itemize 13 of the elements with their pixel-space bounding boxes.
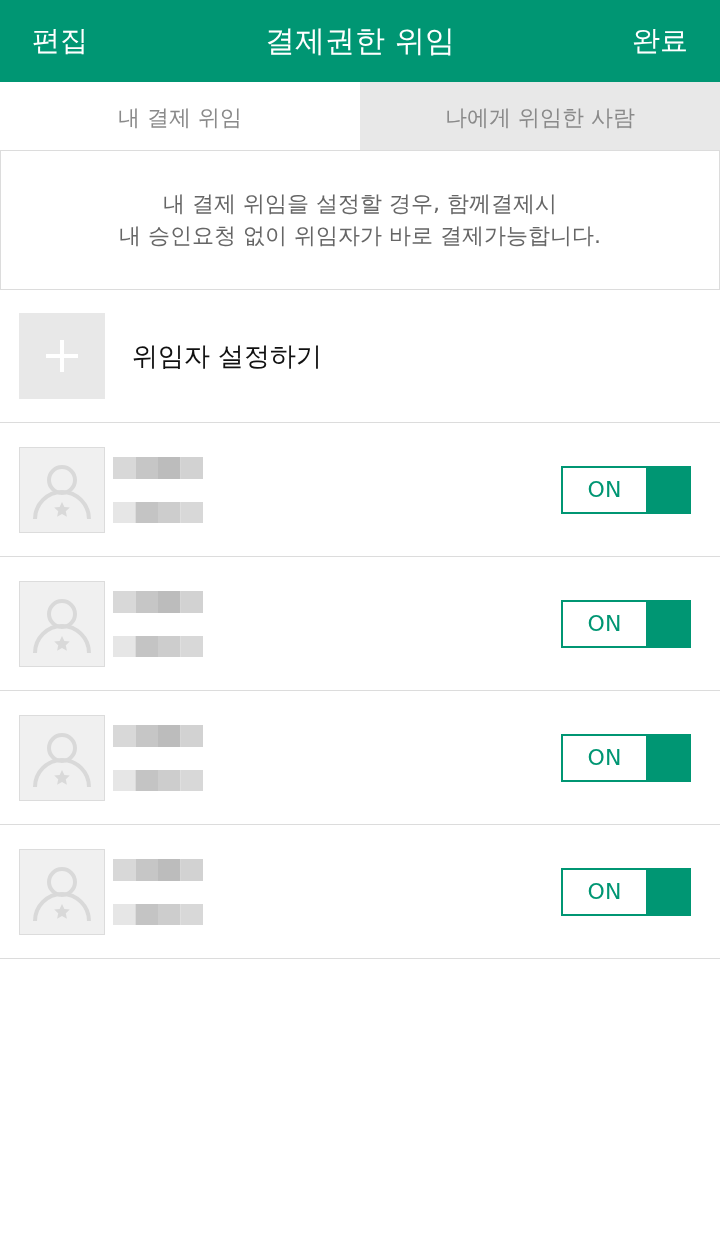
avatar-icon — [19, 446, 105, 533]
done-button[interactable]: 완료 — [632, 22, 688, 60]
edit-button[interactable]: 편집 — [32, 22, 88, 60]
screen-title: 결제권한 위임 — [265, 22, 455, 60]
toggle-switch[interactable]: ON — [561, 599, 691, 648]
avatar-icon — [19, 580, 105, 667]
toggle-switch[interactable]: ON — [561, 465, 691, 514]
toggle-switch[interactable]: ON — [561, 867, 691, 916]
toggle-switch[interactable]: ON — [561, 733, 691, 782]
tab[interactable]: 나에게 위임한 사람 — [360, 82, 720, 150]
avatar-icon — [19, 848, 105, 935]
avatar-icon — [19, 714, 105, 801]
notice-text: 내 결제 위임을 설정할 경우, 함께결제시 내 승인요청 없이 위임자가 바로 결제가능합니다. — [119, 190, 601, 250]
